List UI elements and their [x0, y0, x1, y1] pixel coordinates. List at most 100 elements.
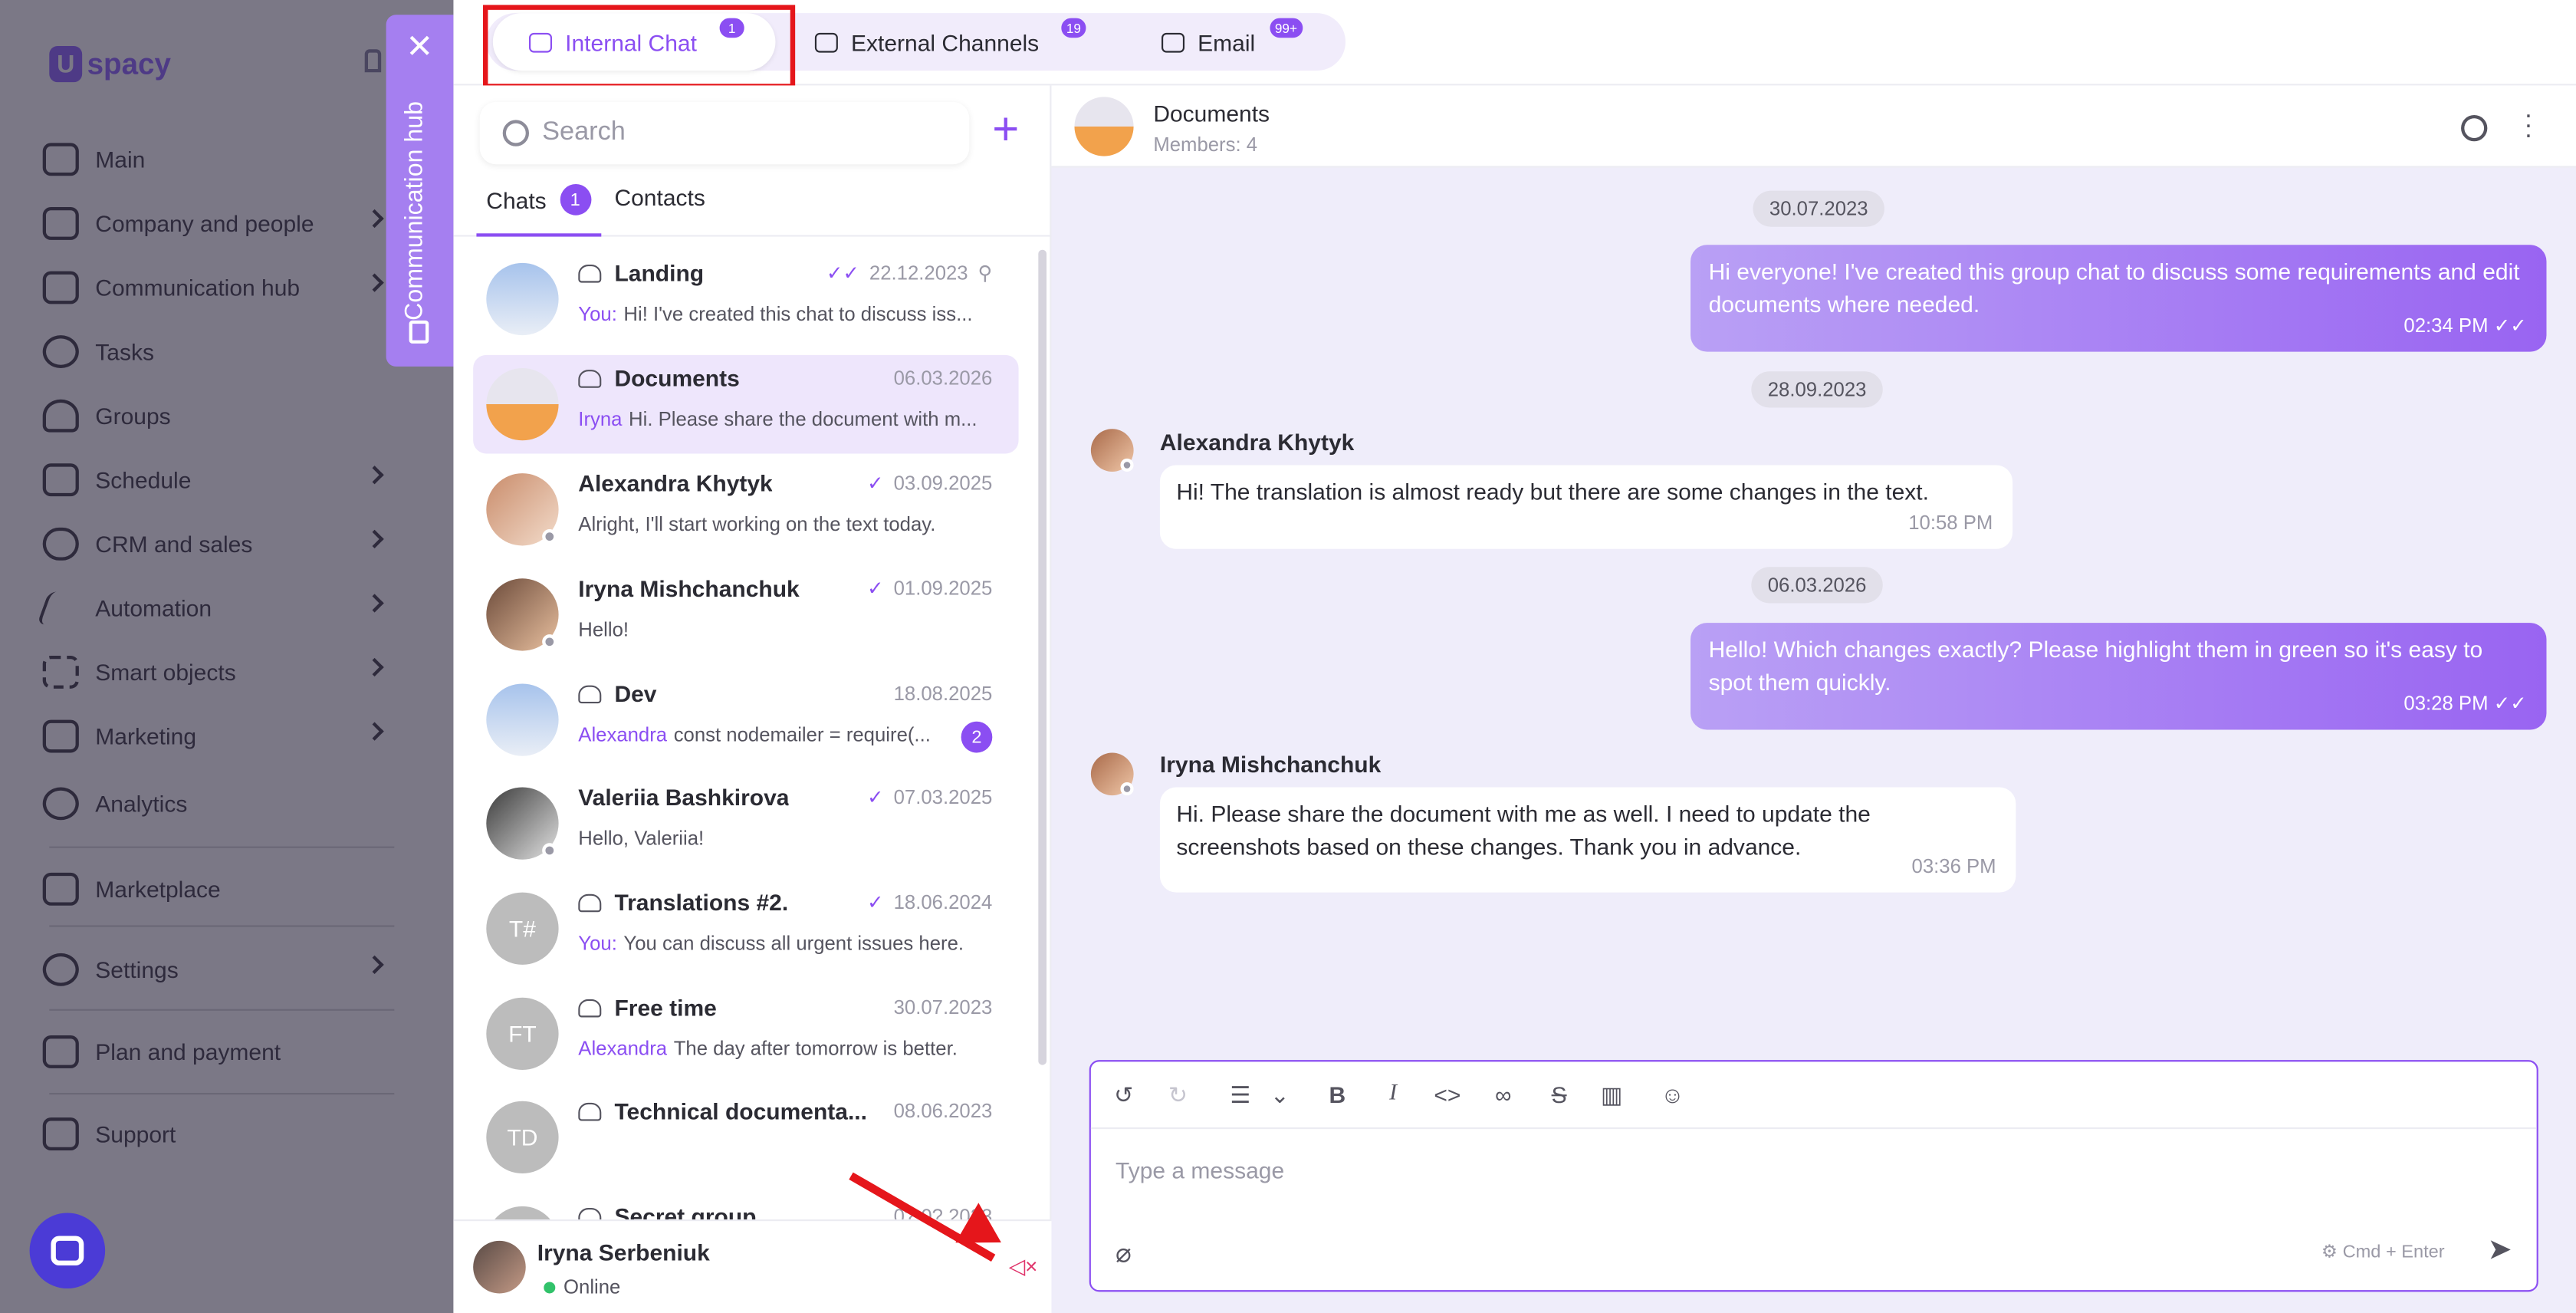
nav-analytics[interactable]: Analytics	[42, 775, 404, 831]
more-icon[interactable]: · · ·	[2523, 103, 2533, 149]
group-icon	[578, 370, 602, 388]
status-dot	[1120, 782, 1134, 796]
nav-company[interactable]: Company and people	[42, 196, 404, 252]
nav-plan-payment[interactable]: Plan and payment	[42, 1024, 404, 1080]
preview-sender: Iryna	[578, 407, 623, 431]
search-placeholder: Search	[542, 118, 626, 146]
emoji-icon[interactable]: ☺	[1654, 1078, 1691, 1111]
message-input[interactable]: Type a message	[1116, 1157, 1284, 1183]
chat-row[interactable]: Dev 18.08.2025 Alexandra const nodemailer…	[473, 670, 1018, 769]
tab-external-channels[interactable]: External Channels 19	[814, 13, 1111, 71]
nav-label: Marketplace	[95, 876, 221, 903]
chevron-right-icon	[365, 529, 384, 548]
highlight-box	[483, 5, 796, 89]
nav-tasks[interactable]: Tasks	[42, 324, 404, 380]
avatar[interactable]	[1090, 752, 1134, 796]
undo-icon[interactable]: ↺	[1106, 1078, 1142, 1111]
nav-crm[interactable]: CRM and sales	[42, 516, 404, 572]
tab-contacts[interactable]: Contacts	[614, 184, 705, 210]
nav-groups[interactable]: Groups	[42, 388, 404, 444]
nav-schedule[interactable]: Schedule	[42, 452, 404, 508]
time-text: 03:28 PM	[2404, 691, 2489, 715]
active-tab-indicator	[476, 233, 602, 237]
smart-object-icon	[42, 656, 79, 689]
message-text: Hi! The translation is almost ready but …	[1176, 478, 1929, 505]
chat-row[interactable]: TD Technical documenta... 08.06.2023	[473, 1088, 1018, 1187]
nav-main[interactable]: Main	[42, 131, 404, 187]
chat-row[interactable]: Alexandra Khytyk ✓ 03.09.2025 Alright, I'…	[473, 460, 1018, 559]
message-outgoing[interactable]: Hi everyone! I've created this group cha…	[1691, 245, 2547, 352]
date-text: 18.06.2024	[893, 890, 993, 914]
communication-hub-tab[interactable]: ✕ Communication hub	[386, 15, 454, 367]
check-icon: ✓	[867, 890, 884, 914]
chat-preview: You: Hi! I've created this chat to discus…	[578, 302, 989, 325]
date-separator: 28.09.2023	[1751, 371, 1883, 408]
avatar[interactable]	[1090, 429, 1134, 472]
nav-smart-objects[interactable]: Smart objects	[42, 644, 404, 700]
hub-label: Communication hub	[400, 100, 429, 321]
double-check-icon: ✓✓	[826, 261, 860, 285]
check-icon: ✓	[867, 577, 884, 601]
nav-marketplace[interactable]: Marketplace	[42, 861, 404, 917]
nav-marketing[interactable]: Marketing	[42, 709, 404, 765]
message-outgoing[interactable]: Hello! Which changes exactly? Please hig…	[1691, 623, 2547, 730]
chats-count-badge: 1	[559, 184, 591, 216]
nav-automation[interactable]: Automation	[36, 580, 404, 636]
align-icon[interactable]: ☰	[1222, 1078, 1258, 1111]
mail-icon	[1162, 31, 1185, 52]
date-text: 07.03.2025	[893, 785, 993, 809]
nav-label: CRM and sales	[95, 531, 253, 558]
chat-date: 18.08.2025	[894, 682, 993, 705]
code-icon[interactable]: <>	[1429, 1078, 1465, 1111]
preview-text: Hi. Please share the document with m...	[629, 407, 978, 431]
nav-support[interactable]: Support	[42, 1106, 404, 1162]
chevron-down-icon[interactable]: ⌄	[1262, 1078, 1298, 1111]
chat-row[interactable]: T# Translations #2. ✓ 18.06.2024 You: You …	[473, 879, 1018, 978]
chat-row-selected[interactable]: Documents 06.03.2026 Iryna Hi. Please sha…	[473, 354, 1019, 454]
strikethrough-icon[interactable]: S	[1541, 1078, 1577, 1111]
nav-communication-hub[interactable]: Communication hub	[42, 260, 404, 316]
members-count: Members: 4	[1153, 133, 1258, 156]
check-icon: ✓	[867, 785, 884, 809]
tab-chats[interactable]: Chats 1	[486, 184, 591, 216]
send-icon[interactable]: ➤	[2487, 1232, 2512, 1267]
chat-row[interactable]: Valeriia Bashkirova ✓ 07.03.2025 Hello, V…	[473, 774, 1018, 873]
search-icon[interactable]	[2461, 115, 2488, 142]
chat-name: Valeriia Bashkirova	[578, 784, 790, 811]
attachment-icon[interactable]: ⌀	[1116, 1238, 1132, 1271]
chat-row[interactable]: Landing ✓✓ 22.12.2023 ⚲ You: Hi! I've creat…	[473, 250, 1018, 349]
conversation-title[interactable]: Documents	[1153, 100, 1270, 127]
message-incoming[interactable]: Hi. Please share the document with me as…	[1159, 787, 2016, 893]
help-icon	[42, 1117, 79, 1151]
redo-icon[interactable]: ↻	[1160, 1078, 1196, 1111]
chat-row[interactable]: Iryna Mishchanchuk ✓ 01.09.2025 Hello!	[473, 565, 1018, 664]
mute-icon[interactable]: ◁×	[1009, 1254, 1038, 1280]
avatar[interactable]	[473, 1240, 526, 1294]
divider	[49, 925, 395, 927]
check-circle-icon	[42, 335, 79, 369]
link-icon[interactable]: ∞	[1485, 1078, 1521, 1111]
chat-date: ✓ 07.03.2025	[867, 785, 992, 808]
scrollbar[interactable]	[1038, 249, 1047, 1065]
bold-icon[interactable]: B	[1319, 1078, 1355, 1111]
tab-label: Chats	[486, 186, 547, 213]
message-incoming[interactable]: Hi! The translation is almost ready but …	[1159, 465, 2013, 549]
time-text: 02:34 PM	[2404, 313, 2489, 337]
chat-row[interactable]: FT Free time 30.07.2023 Alexandra The day…	[473, 985, 1018, 1084]
nav-label: Settings	[95, 956, 179, 983]
support-chat-button[interactable]	[29, 1213, 106, 1289]
chat-name: Landing	[614, 259, 705, 286]
chat-preview: Hello!	[578, 618, 989, 641]
send-shortcut[interactable]: ⚙ Cmd + Enter	[2321, 1241, 2445, 1262]
message-text: Hi everyone! I've created this group cha…	[1708, 258, 2520, 317]
search-input[interactable]: Search	[479, 101, 970, 165]
italic-icon[interactable]: I	[1375, 1078, 1411, 1111]
nav-label: Automation	[95, 594, 212, 622]
pin-icon[interactable]: ⚲	[978, 262, 992, 285]
tab-email[interactable]: Email 99+	[1162, 13, 1326, 71]
new-chat-button[interactable]: +	[992, 104, 1019, 154]
nav-settings[interactable]: Settings	[42, 942, 404, 998]
trash-icon[interactable]: ▥	[1594, 1078, 1630, 1111]
avatar[interactable]	[1074, 97, 1134, 156]
lightning-icon	[36, 591, 85, 625]
